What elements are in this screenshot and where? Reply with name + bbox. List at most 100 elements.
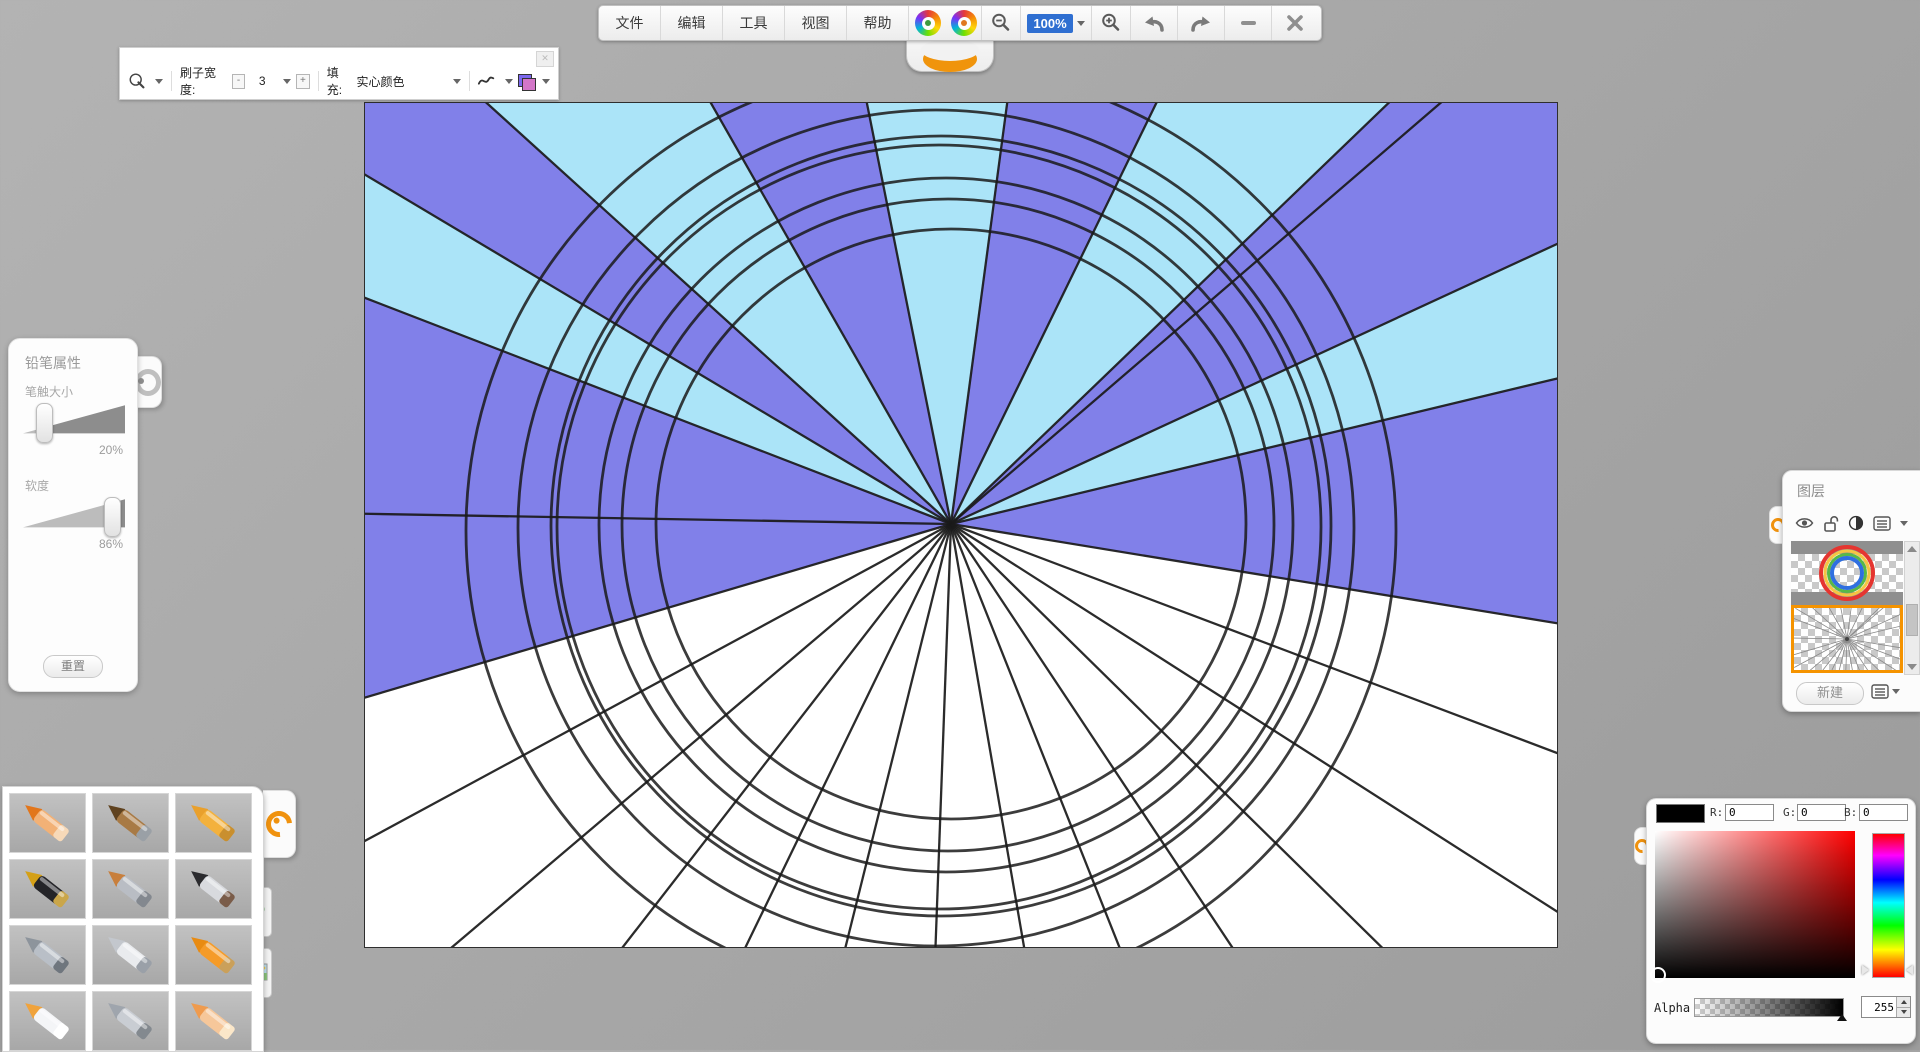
layers-panel-title: 图层: [1797, 481, 1825, 501]
brush-shape-icon[interactable]: [128, 71, 146, 91]
zoom-out-button[interactable]: [981, 6, 1020, 40]
brush-paint-jar[interactable]: [9, 991, 86, 1051]
pencil-panel-tab[interactable]: [135, 356, 162, 408]
pencil-panel-title: 铅笔属性: [25, 353, 81, 373]
alpha-value-input[interactable]: [1862, 997, 1896, 1017]
color-picker-panel: R: G: B: Alpha: [1646, 798, 1916, 1044]
brush-width-dropdown-icon[interactable]: [283, 79, 291, 84]
brush-palette-knife[interactable]: [92, 925, 169, 985]
fill-color-dropdown-icon[interactable]: [542, 79, 550, 84]
alpha-label: Alpha: [1654, 1001, 1690, 1015]
drawing-canvas[interactable]: [364, 102, 1558, 948]
saturation-value-gradient[interactable]: [1655, 831, 1855, 978]
clown-eye-right-button[interactable]: [947, 6, 981, 40]
alpha-spin-down-button[interactable]: [1897, 1007, 1910, 1018]
quill-knife-icon: [99, 996, 163, 1046]
brush-pencil[interactable]: [9, 793, 86, 853]
fill-select[interactable]: 实心颜色: [356, 73, 443, 90]
writing-brush-icon: [182, 864, 246, 914]
menu-view[interactable]: 视图: [784, 6, 846, 40]
new-layer-button[interactable]: 新建: [1796, 682, 1864, 705]
alpha-spinner: [1861, 996, 1911, 1018]
alpha-spin-up-button[interactable]: [1897, 997, 1910, 1007]
hue-bar[interactable]: [1872, 833, 1905, 978]
brush-fountain-pen[interactable]: [9, 859, 86, 919]
undo-button[interactable]: [1130, 6, 1177, 40]
airbrush-icon: [16, 930, 80, 980]
layers-scrollbar[interactable]: [1904, 541, 1920, 675]
zoom-in-icon: [1100, 12, 1122, 34]
redo-button[interactable]: [1177, 6, 1224, 40]
clown-eye-right-icon: [951, 10, 977, 36]
curve-style-dropdown-icon[interactable]: [505, 79, 513, 84]
layer-menu-icon[interactable]: [1873, 516, 1891, 531]
brush-width-increase-button[interactable]: +: [296, 74, 310, 89]
green-input[interactable]: [1797, 804, 1846, 821]
clown-eye-left-button[interactable]: [908, 6, 947, 40]
layers-bottom-menu-icon: [1871, 684, 1889, 699]
app-window: 文件 编辑 工具 视图 帮助 100%: [0, 0, 1920, 1050]
scrollbar-thumb[interactable]: [1906, 604, 1918, 636]
layers-panel: 图层: [1782, 470, 1920, 712]
hue-marker-right-icon[interactable]: [1906, 965, 1913, 975]
green-label: G:: [1783, 806, 1796, 819]
brush-writing-brush[interactable]: [175, 859, 252, 919]
brush-width-decrease-button[interactable]: -: [232, 74, 246, 89]
close-button[interactable]: [1271, 6, 1318, 40]
brush-flat-brush[interactable]: [92, 859, 169, 919]
menu-edit[interactable]: 编辑: [660, 6, 722, 40]
menu-help[interactable]: 帮助: [846, 6, 908, 40]
red-input[interactable]: [1725, 804, 1774, 821]
layer-item-radial-lines-selected[interactable]: [1791, 605, 1903, 673]
brush-eraser[interactable]: [175, 991, 252, 1051]
brush-palette-tab[interactable]: [263, 790, 296, 858]
minimize-button[interactable]: [1224, 6, 1271, 40]
pencil-icon: [16, 798, 80, 848]
brush-airbrush[interactable]: [9, 925, 86, 985]
layer-item-rainbow-circle[interactable]: [1791, 541, 1903, 605]
fill-label: 填充:: [327, 64, 352, 98]
scroll-down-icon[interactable]: [1907, 664, 1917, 670]
rainbow-circle-thumbnail: [1791, 541, 1903, 605]
layer-menu-dropdown-icon[interactable]: [1900, 521, 1908, 526]
fill-dropdown-icon[interactable]: [453, 79, 461, 84]
brush-size-slider[interactable]: [23, 403, 125, 441]
scroll-up-icon[interactable]: [1907, 546, 1917, 552]
brush-pastel[interactable]: [92, 793, 169, 853]
zoom-level-value: 100%: [1027, 14, 1072, 33]
zoom-dropdown-icon[interactable]: [1077, 21, 1085, 26]
menu-file[interactable]: 文件: [599, 6, 660, 40]
alpha-slider[interactable]: [1694, 998, 1844, 1017]
brush-toolbar-close-button[interactable]: ✕: [536, 51, 554, 67]
layer-lock-open-icon[interactable]: [1823, 515, 1839, 532]
alpha-marker-icon[interactable]: [1837, 1014, 1847, 1021]
brush-paint-roller[interactable]: [175, 925, 252, 985]
brush-quill-knife[interactable]: [92, 991, 169, 1051]
softness-value: 86%: [99, 537, 123, 551]
pencil-panel-tab-icon: [135, 369, 161, 396]
layer-visibility-eye-icon[interactable]: [1795, 516, 1814, 530]
zoom-in-button[interactable]: [1091, 6, 1130, 40]
brush-size-slider-thumb[interactable]: [36, 403, 53, 443]
brush-crayon[interactable]: [175, 793, 252, 853]
zoom-out-icon: [990, 12, 1012, 34]
pastel-icon: [99, 798, 163, 848]
paint-roller-icon: [182, 930, 246, 980]
hue-marker-left-icon[interactable]: [1862, 965, 1869, 975]
menu-tools[interactable]: 工具: [722, 6, 784, 40]
softness-slider-thumb[interactable]: [104, 497, 121, 537]
reset-button[interactable]: 重置: [43, 655, 103, 678]
sv-cursor-icon[interactable]: [1650, 967, 1666, 983]
paint-jar-icon: [16, 996, 80, 1046]
layers-bottom-menu-button[interactable]: [1871, 684, 1900, 699]
zoom-level-control[interactable]: 100%: [1020, 6, 1091, 40]
curve-style-icon[interactable]: [477, 73, 495, 89]
brush-shape-dropdown-icon[interactable]: [155, 79, 163, 84]
fill-color-swatch-icon[interactable]: [518, 74, 533, 89]
clown-eye-left-icon: [915, 10, 941, 36]
eraser-icon: [182, 996, 246, 1046]
blue-input[interactable]: [1859, 804, 1908, 821]
flat-brush-icon: [99, 864, 163, 914]
layer-opacity-icon[interactable]: [1848, 515, 1864, 531]
softness-slider[interactable]: [23, 497, 125, 535]
